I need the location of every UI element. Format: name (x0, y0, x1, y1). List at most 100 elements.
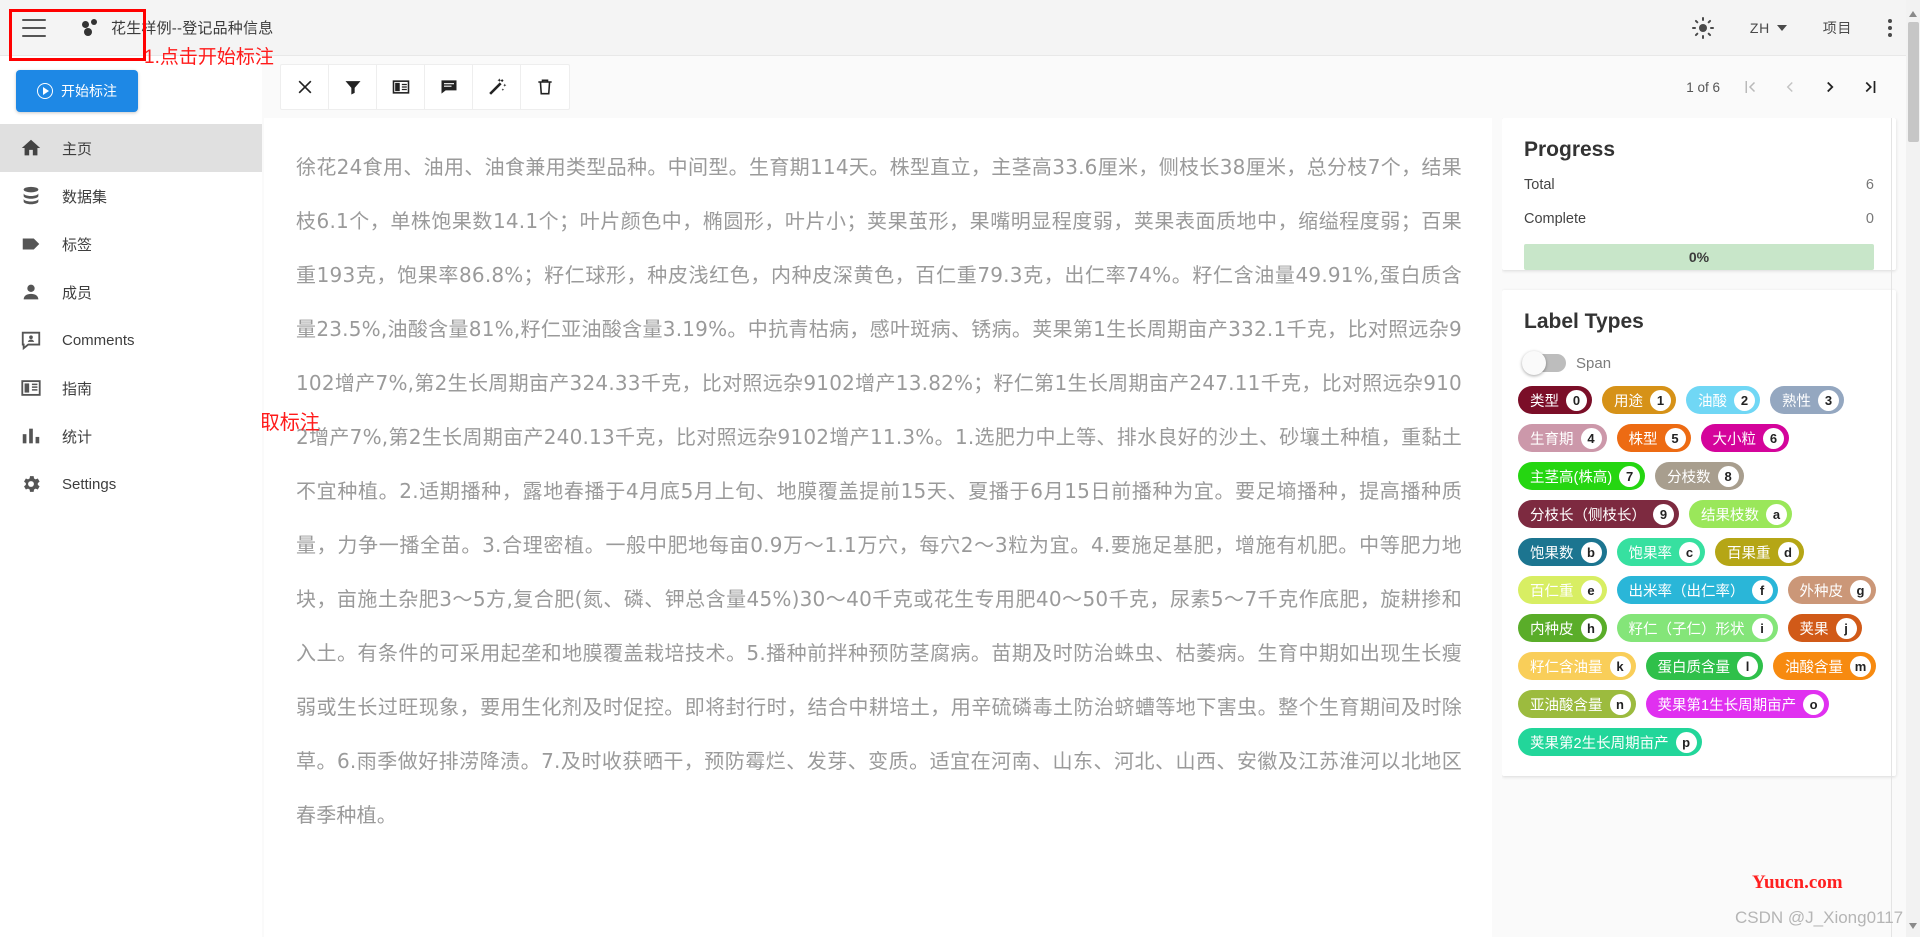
label-chip[interactable]: 籽仁（子仁）形状 i (1616, 614, 1778, 642)
sidebar-item-labels[interactable]: 标签 (0, 220, 262, 268)
projects-label: 项目 (1822, 19, 1852, 36)
label-chip[interactable]: 结果枝数 a (1689, 500, 1792, 528)
label-chip[interactable]: 荚果第1生长周期亩产 o (1645, 690, 1830, 718)
start-annotation-button[interactable]: 开始标注 (16, 70, 138, 112)
span-toggle[interactable] (1522, 351, 1566, 375)
sidebar-item-label: Comments (62, 331, 135, 349)
label-chip[interactable]: 株型 5 (1616, 424, 1691, 452)
label-chip-shortcut: h (1580, 617, 1602, 639)
brand: 花生样例--登记品种信息 (82, 17, 273, 38)
person-icon (0, 281, 62, 303)
label-chip-shortcut: 2 (1734, 389, 1755, 411)
label-chip[interactable]: 大小粒 6 (1700, 424, 1789, 452)
label-chip[interactable]: 蛋白质含量 l (1645, 652, 1763, 680)
sidebar-item-members[interactable]: 成员 (0, 268, 262, 316)
label-chip-shortcut: f (1751, 579, 1773, 601)
watermark-red: Yuucn.com (1752, 872, 1843, 893)
sidebar: 开始标注 主页 数据集 标签 成员 Comments 指南 统计 Setting… (0, 56, 262, 937)
label-chip[interactable]: 内种皮 h (1518, 614, 1607, 642)
label-chip-text: 外种皮 (1799, 583, 1844, 600)
label-chip[interactable]: 用途 1 (1602, 386, 1676, 414)
label-chip[interactable]: 百仁重 e (1518, 576, 1607, 604)
sidebar-item-label: 成员 (62, 284, 93, 302)
projects-link[interactable]: 项目 (1805, 8, 1870, 48)
span-toggle-label: Span (1576, 354, 1612, 372)
label-chip-text: 大小粒 (1712, 431, 1757, 448)
comment-button[interactable] (425, 65, 473, 109)
guideline-button[interactable] (377, 65, 425, 109)
sidebar-item-comments[interactable]: Comments (0, 316, 262, 364)
label-chip-text: 结果枝数 (1701, 507, 1759, 524)
scroll-up-arrow-icon[interactable] (1908, 6, 1918, 17)
watermark-grey: CSDN @J_Xiong0117 (1735, 908, 1904, 927)
sidebar-item-dataset[interactable]: 数据集 (0, 172, 262, 220)
label-chip[interactable]: 出米率（出仁率） f (1616, 576, 1778, 604)
theme-toggle-button[interactable] (1674, 8, 1732, 48)
progress-complete-label: Complete (1524, 211, 1587, 227)
scroll-down-arrow-icon[interactable] (1908, 918, 1918, 929)
next-page-button[interactable] (1810, 67, 1850, 107)
label-chip-list: 类型 0 用途 1 油酸 2 熟性 3 生育期 4 株型 5 大小粒 6 主茎高(株高) 7 分枝数 8 分枝长（侧… (1502, 382, 1896, 772)
label-chip-text: 百仁重 (1530, 583, 1574, 600)
overflow-menu-button[interactable] (1870, 8, 1910, 48)
label-chip[interactable]: 荚果 j (1787, 614, 1862, 642)
progress-bar: 0% (1524, 244, 1874, 270)
label-chip-shortcut: 7 (1619, 465, 1641, 487)
label-chip-text: 籽仁含油量 (1530, 659, 1603, 676)
first-page-button[interactable] (1730, 67, 1770, 107)
toolbar-button-group (280, 64, 570, 110)
sidebar-item-home[interactable]: 主页 (0, 124, 262, 172)
prev-page-button[interactable] (1770, 67, 1810, 107)
label-chip[interactable]: 油酸含量 m (1773, 652, 1876, 680)
label-chip[interactable]: 主茎高(株高) 7 (1518, 462, 1646, 490)
document-panel: 徐花24食用、油用、油食兼用类型品种。中间型。生育期114天。株型直立，主茎高3… (264, 118, 1492, 937)
comment-person-icon (0, 329, 62, 351)
sidebar-item-settings[interactable]: Settings (0, 460, 262, 508)
label-chip[interactable]: 百果重 d (1715, 538, 1804, 566)
sidebar-item-statistics[interactable]: 统计 (0, 412, 262, 460)
clear-annotations-button[interactable] (281, 65, 329, 109)
chevron-down-icon (1776, 24, 1787, 31)
label-chip-shortcut: p (1675, 731, 1697, 753)
label-chip-text: 出米率（出仁率） (1628, 583, 1745, 600)
filter-button[interactable] (329, 65, 377, 109)
label-chip-shortcut: 6 (1763, 427, 1784, 449)
label-chip[interactable]: 熟性 3 (1770, 386, 1844, 414)
label-chip[interactable]: 分枝长（侧枝长） 9 (1518, 500, 1679, 528)
label-chip-text: 生育期 (1530, 431, 1574, 448)
sidebar-item-label: 统计 (62, 428, 93, 446)
sidebar-item-label: 数据集 (62, 188, 108, 206)
panel-divider (1891, 118, 1892, 937)
delete-button[interactable] (521, 65, 569, 109)
label-chip[interactable]: 油酸 2 (1686, 386, 1760, 414)
label-chip[interactable]: 饱果数 b (1518, 538, 1607, 566)
tag-icon (0, 233, 62, 255)
progress-total-label: Total (1524, 177, 1555, 193)
sidebar-item-guideline[interactable]: 指南 (0, 364, 262, 412)
label-chip[interactable]: 亚油酸含量 n (1518, 690, 1636, 718)
label-chip[interactable]: 荚果第2生长周期亩产 p (1518, 728, 1702, 756)
page-scrollbar-thumb[interactable] (1908, 22, 1919, 142)
label-chip-text: 内种皮 (1530, 621, 1574, 638)
label-chip-text: 饱果数 (1530, 545, 1574, 562)
last-page-button[interactable] (1850, 67, 1890, 107)
label-chip[interactable]: 分枝数 8 (1655, 462, 1744, 490)
label-chip-shortcut: l (1737, 655, 1758, 677)
auto-label-button[interactable] (473, 65, 521, 109)
language-selector[interactable]: ZH (1732, 8, 1805, 48)
label-chip[interactable]: 外种皮 g (1787, 576, 1876, 604)
label-chip[interactable]: 类型 0 (1518, 386, 1592, 414)
start-annotation-label: 开始标注 (61, 83, 117, 99)
hamburger-menu-icon[interactable] (22, 18, 46, 37)
document-text[interactable]: 徐花24食用、油用、油食兼用类型品种。中间型。生育期114天。株型直立，主茎高3… (296, 140, 1462, 842)
label-chip[interactable]: 生育期 4 (1518, 424, 1607, 452)
label-chip-shortcut: 0 (1566, 389, 1587, 411)
label-chip-shortcut: d (1777, 541, 1799, 563)
header-actions: ZH 项目 (1674, 8, 1920, 48)
label-chip[interactable]: 籽仁含油量 k (1518, 652, 1636, 680)
label-chip-text: 荚果 (1799, 621, 1829, 638)
label-chip-shortcut: 3 (1818, 389, 1839, 411)
label-chip-text: 类型 (1530, 393, 1559, 410)
label-chip[interactable]: 饱果率 c (1616, 538, 1705, 566)
label-chip-text: 亚油酸含量 (1530, 697, 1603, 714)
